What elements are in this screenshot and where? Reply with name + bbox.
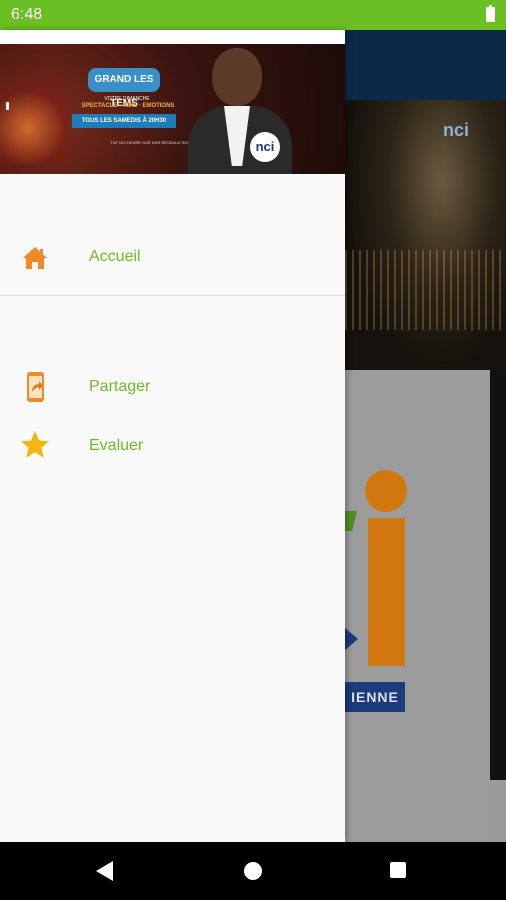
promo-banner[interactable]: GRAND LES TEMS VOTRE DIMANCHE SPECTACLE … <box>0 44 345 174</box>
navigation-drawer[interactable]: GRAND LES TEMS VOTRE DIMANCHE SPECTACLE … <box>0 30 345 842</box>
background-logo-area: IENNE <box>345 370 490 840</box>
banner-show-title: GRAND LES TEMS <box>88 68 160 109</box>
drawer-item-evaluer[interactable]: Evaluer <box>0 417 345 473</box>
drawer-item-partager[interactable]: Partager <box>0 358 345 414</box>
back-icon[interactable] <box>96 861 113 881</box>
banner-nci-logo: nci <box>250 132 280 162</box>
drawer-item-label: Accueil <box>89 248 141 265</box>
logo-i-bar <box>368 518 405 666</box>
background-hero-image: nci <box>345 100 506 370</box>
banner-host-photo <box>186 44 296 174</box>
drawer-item-accueil[interactable]: Accueil <box>0 229 345 285</box>
banner-tagline: VOTRE DIMANCHE <box>104 96 150 102</box>
logo-blue-shape <box>345 628 358 650</box>
status-bar: 6:48 <box>0 0 506 30</box>
drawer-divider <box>0 295 345 296</box>
banner-schedule: TOUS LES SAMEDIS À 20H30 <box>72 114 176 128</box>
status-time: 6:48 <box>11 6 43 23</box>
recents-icon[interactable] <box>390 862 406 878</box>
home-icon <box>20 243 50 273</box>
background-logo: nci <box>443 120 470 140</box>
logo-strip-text: IENNE <box>345 682 405 712</box>
logo-green-shape <box>345 511 357 531</box>
logo-i-dot <box>365 470 407 512</box>
system-navigation-bar <box>0 842 506 900</box>
banner-subtag: SPECTACLE · RIRE · EMOTIONS <box>81 103 175 109</box>
battery-icon <box>486 5 495 22</box>
share-icon <box>20 370 50 402</box>
drawer-item-label: Evaluer <box>89 437 144 454</box>
home-button-icon[interactable] <box>244 862 262 880</box>
drawer-item-label: Partager <box>89 378 151 395</box>
background-dark-panel <box>490 370 506 780</box>
star-icon <box>20 430 50 460</box>
banner-marker <box>6 102 9 110</box>
drawer-header: GRAND LES TEMS VOTRE DIMANCHE SPECTACLE … <box>0 30 345 174</box>
background-app-bar <box>345 30 506 100</box>
